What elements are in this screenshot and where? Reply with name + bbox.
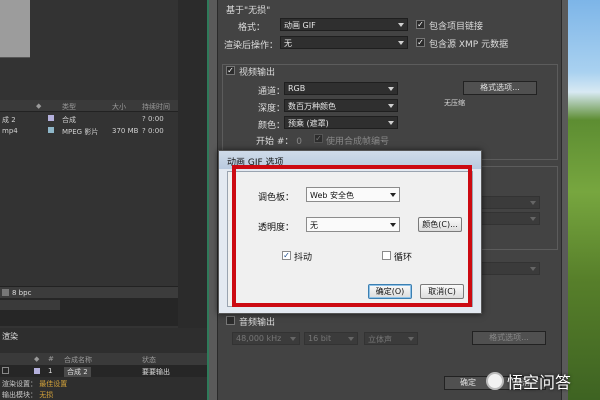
trash-icon[interactable]	[2, 289, 9, 296]
include-project-link-checkbox[interactable]: ✓	[416, 20, 425, 29]
render-queue-panel: 渲染 ◆ # 合成名称 状态 1 合成 2 要要输出 渲染设置： 最佳设置 输出…	[0, 328, 220, 400]
audio-bits-dropdown: 16 bit	[304, 332, 358, 345]
label-color-swatch	[48, 115, 54, 121]
project-item-name: 成 2	[2, 116, 16, 124]
include-xmp-label: 包含源 XMP 元数据	[429, 40, 509, 50]
chevron-down-icon	[530, 217, 536, 221]
start-frame-value[interactable]: 0	[296, 137, 302, 147]
project-column-header: ◆ 类型 大小 持续时间	[0, 100, 178, 112]
format-options-button[interactable]: 格式选项...	[463, 81, 537, 95]
chevron-down-icon	[388, 121, 394, 125]
video-output-checkbox[interactable]: ✓	[226, 66, 235, 75]
post-render-label: 渲染后操作：	[224, 41, 279, 51]
chevron-down-icon	[388, 87, 394, 91]
output-module-link[interactable]: 无损	[39, 391, 53, 399]
project-item-type: 合成	[62, 116, 76, 124]
tag-icon[interactable]: ◆	[36, 102, 41, 110]
column-size[interactable]: 大小	[112, 102, 126, 112]
no-compression-label: 无压缩	[444, 99, 465, 107]
watermark: 悟空问答	[486, 370, 571, 392]
render-item-number: 1	[48, 367, 53, 375]
chevron-down-icon	[408, 337, 414, 341]
color-label: 颜色：	[258, 121, 286, 131]
post-render-value: 无	[284, 39, 292, 48]
chevron-down-icon	[530, 201, 536, 205]
project-preview-thumbnail	[0, 0, 30, 58]
depth-dropdown[interactable]: 数百万种颜色	[284, 99, 398, 112]
based-on-label: 基于"无损"	[226, 6, 271, 16]
project-item-name: mp4	[2, 127, 18, 135]
column-status[interactable]: 状态	[142, 355, 156, 365]
chevron-down-icon	[290, 337, 296, 341]
column-duration[interactable]: 持续时间	[142, 102, 170, 112]
project-item-duration: ? 0:00	[142, 127, 164, 135]
settings-ok-button[interactable]: 确定	[444, 376, 492, 390]
channels-value: RGB	[288, 84, 306, 93]
format-value: 动画 GIF	[284, 21, 316, 30]
channels-dropdown[interactable]: RGB	[284, 82, 398, 95]
depth-value: 数百万种颜色	[288, 102, 336, 111]
render-queue-item[interactable]: 1 合成 2 要要输出	[0, 365, 220, 377]
render-queue-title: 渲染	[2, 332, 18, 341]
include-xmp-checkbox[interactable]: ✓	[416, 38, 425, 47]
audio-output-label: 音频输出	[239, 318, 276, 328]
chevron-down-icon	[348, 337, 354, 341]
channels-label: 通道：	[258, 87, 286, 97]
tag-icon[interactable]: ◆	[34, 355, 39, 363]
column-number[interactable]: #	[48, 355, 54, 363]
audio-channel-dropdown: 立体声	[364, 332, 418, 345]
output-module-label: 输出模块：	[2, 391, 37, 399]
watermark-text: 悟空问答	[507, 373, 572, 392]
use-comp-frame-label: 使用合成帧编号	[326, 137, 390, 147]
chevron-down-icon	[398, 23, 404, 27]
format-label: 格式：	[238, 23, 266, 33]
highlight-annotation-box	[232, 165, 472, 307]
label-color-swatch	[48, 127, 54, 133]
audio-output-checkbox[interactable]	[226, 316, 235, 325]
include-project-link-label: 包含项目链接	[429, 22, 484, 32]
color-value: 预乘 (遮罩)	[288, 119, 329, 128]
render-settings-label: 渲染设置：	[2, 380, 37, 388]
render-item-comp-name[interactable]: 合成 2	[64, 367, 91, 377]
depth-label: 深度：	[258, 104, 286, 114]
project-footer-bar: 8 bpc	[0, 286, 178, 298]
render-item-status: 要要输出	[142, 368, 170, 376]
composition-preview-image	[568, 0, 600, 400]
bit-depth-button[interactable]: 8 bpc	[12, 289, 31, 297]
use-comp-frame-checkbox[interactable]: ✓	[314, 134, 323, 143]
project-item-footage[interactable]: mp4 MPEG 影片 370 MB ? 0:00	[0, 126, 178, 138]
post-render-dropdown[interactable]: 无	[280, 36, 408, 49]
start-frame-label-text: 开始 #：	[256, 137, 294, 147]
wukong-logo-icon	[486, 372, 504, 390]
render-checkbox[interactable]	[2, 367, 9, 374]
color-dropdown[interactable]: 预乘 (遮罩)	[284, 116, 398, 129]
start-frame-label: 开始 #： 0	[256, 134, 302, 147]
timeline-tab[interactable]	[0, 300, 60, 310]
render-settings-row: 渲染设置： 最佳设置	[2, 379, 67, 389]
column-comp-name[interactable]: 合成名称	[64, 355, 92, 365]
chevron-down-icon	[398, 41, 404, 45]
video-output-label: 视频输出	[239, 68, 276, 78]
format-dropdown[interactable]: 动画 GIF	[280, 18, 408, 31]
label-color-swatch	[34, 368, 40, 374]
project-item-size: 370 MB	[112, 127, 139, 135]
audio-rate-value: 48,000 kHz	[236, 334, 282, 343]
audio-channel-value: 立体声	[368, 335, 392, 344]
render-queue-column-header: ◆ # 合成名称 状态	[0, 353, 220, 365]
audio-format-options-button: 格式选项...	[472, 331, 546, 345]
audio-rate-dropdown: 48,000 kHz	[232, 332, 300, 345]
column-type[interactable]: 类型	[62, 102, 76, 112]
render-settings-link[interactable]: 最佳设置	[39, 380, 67, 388]
audio-bits-value: 16 bit	[308, 334, 332, 343]
chevron-down-icon	[388, 104, 394, 108]
project-item-comp[interactable]: 成 2 合成 ? 0:00	[0, 114, 178, 126]
project-item-duration: ? 0:00	[142, 115, 164, 123]
project-item-type: MPEG 影片	[62, 128, 99, 136]
output-module-row: 输出模块： 无损	[2, 390, 53, 400]
chevron-down-icon	[530, 267, 536, 271]
